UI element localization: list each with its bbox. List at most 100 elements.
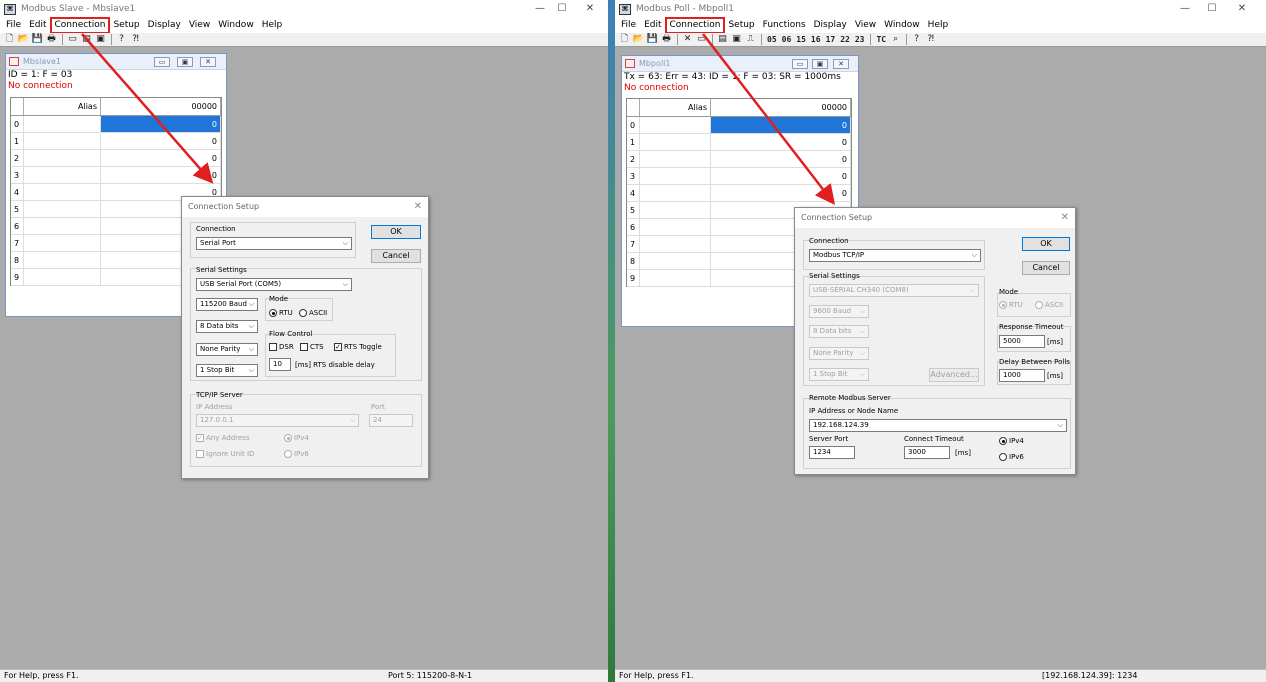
pulse-icon[interactable]: ⎍ xyxy=(744,34,757,45)
alias-cell[interactable] xyxy=(640,202,711,218)
menu-help[interactable]: Help xyxy=(924,18,953,33)
alias-cell[interactable] xyxy=(640,168,711,184)
fc15-button[interactable]: 15 xyxy=(794,34,808,45)
dsr-checkbox[interactable]: DSR xyxy=(269,343,294,351)
stop-bits-select[interactable]: 1 Stop Bit ⌵ xyxy=(809,368,869,381)
value-cell[interactable]: 0 xyxy=(711,117,851,133)
alias-cell[interactable] xyxy=(640,185,711,201)
ascii-radio[interactable]: ASCII xyxy=(1035,301,1063,309)
minimize-icon[interactable]: — xyxy=(1172,0,1198,18)
alias-cell[interactable] xyxy=(24,218,101,234)
menu-window[interactable]: Window xyxy=(880,18,924,33)
fc23-button[interactable]: 23 xyxy=(853,34,867,45)
alias-cell[interactable] xyxy=(640,270,711,286)
mdi-close-icon[interactable]: ✕ xyxy=(200,57,216,67)
alias-cell[interactable] xyxy=(24,150,101,166)
save-icon[interactable]: 💾 xyxy=(31,34,44,45)
value-cell[interactable]: 0 xyxy=(711,185,851,201)
maximize-icon[interactable]: ☐ xyxy=(1199,0,1225,18)
stop-bits-select[interactable]: 1 Stop Bit ⌵ xyxy=(196,364,258,377)
lock-icon[interactable]: ▣ xyxy=(94,34,107,45)
context-help-icon[interactable]: ⁈ xyxy=(924,34,937,45)
connection-type-select[interactable]: Modbus TCP/IP ⌵ xyxy=(809,249,981,262)
delay-polls-input[interactable]: 1000 xyxy=(999,369,1045,382)
connection-type-select[interactable]: Serial Port ⌵ xyxy=(196,237,352,250)
fc17-button[interactable]: 17 xyxy=(824,34,838,45)
baud-select[interactable]: 9600 Baud ⌵ xyxy=(809,305,869,318)
value-cell[interactable]: 0 xyxy=(711,151,851,167)
alias-cell[interactable] xyxy=(24,235,101,251)
response-timeout-input[interactable]: 5000 xyxy=(999,335,1045,348)
serial-port-select[interactable]: USB-SERIAL CH340 (COM8) ⌵ xyxy=(809,284,979,297)
mdi-minimize-icon[interactable]: ▭ xyxy=(154,57,170,67)
fc16-button[interactable]: 16 xyxy=(809,34,823,45)
window-icon[interactable]: ▭ xyxy=(695,34,708,45)
ipv4-radio[interactable]: IPv4 xyxy=(284,434,309,442)
print-icon[interactable]: 🖶 xyxy=(45,34,58,45)
help-icon[interactable]: ? xyxy=(910,34,923,45)
disconnect-icon[interactable]: ✕ xyxy=(681,34,694,45)
alias-cell[interactable] xyxy=(24,184,101,200)
alias-cell[interactable] xyxy=(640,134,711,150)
menu-connection[interactable]: Connection xyxy=(49,17,111,34)
fc05-button[interactable]: 05 xyxy=(765,34,779,45)
mdi-maximize-icon[interactable]: ▣ xyxy=(812,59,828,69)
cancel-button[interactable]: Cancel xyxy=(1022,261,1070,275)
value-cell[interactable]: 0 xyxy=(101,150,221,166)
close-icon[interactable]: ✕ xyxy=(1229,0,1255,18)
menu-connection[interactable]: Connection xyxy=(664,17,726,34)
menu-file[interactable]: File xyxy=(2,18,25,33)
save-icon[interactable]: 💾 xyxy=(646,34,659,45)
alias-cell[interactable] xyxy=(24,252,101,268)
ignore-unit-checkbox[interactable]: Ignore Unit ID xyxy=(196,450,254,458)
menu-help[interactable]: Help xyxy=(258,18,287,33)
rts-delay-input[interactable]: 10 xyxy=(269,358,291,371)
help-icon[interactable]: ? xyxy=(115,34,128,45)
alias-cell[interactable] xyxy=(640,151,711,167)
data-bits-select[interactable]: 8 Data bits ⌵ xyxy=(196,320,258,333)
menu-view[interactable]: View xyxy=(851,18,880,33)
value-cell[interactable]: 0 xyxy=(101,116,221,132)
window-icon[interactable]: ▭ xyxy=(66,34,79,45)
fc06-button[interactable]: 06 xyxy=(780,34,794,45)
print-icon[interactable]: 🖶 xyxy=(660,34,673,45)
mdi-minimize-icon[interactable]: ▭ xyxy=(792,59,808,69)
baud-select[interactable]: 115200 Baud ⌵ xyxy=(196,298,258,311)
ipv4-radio[interactable]: IPv4 xyxy=(999,437,1024,445)
close-icon[interactable]: ✕ xyxy=(577,0,603,18)
alias-cell[interactable] xyxy=(640,253,711,269)
menu-view[interactable]: View xyxy=(185,18,214,33)
menu-edit[interactable]: Edit xyxy=(25,18,50,33)
ascii-radio[interactable]: ASCII xyxy=(299,309,327,317)
alias-cell[interactable] xyxy=(24,167,101,183)
lock-icon[interactable]: ▣ xyxy=(730,34,743,45)
monitor-icon[interactable]: ▤ xyxy=(80,34,93,45)
alias-cell[interactable] xyxy=(640,236,711,252)
alias-cell[interactable] xyxy=(24,116,101,132)
ipv6-radio[interactable]: IPv6 xyxy=(999,453,1024,461)
tc-button[interactable]: TC xyxy=(874,34,888,45)
parity-select[interactable]: None Parity ⌵ xyxy=(196,343,258,356)
zoom-icon[interactable]: ⌕ xyxy=(889,34,902,45)
alias-cell[interactable] xyxy=(24,201,101,217)
port-input[interactable]: 24 xyxy=(369,414,413,427)
maximize-icon[interactable]: ☐ xyxy=(549,0,575,18)
ok-button[interactable]: OK xyxy=(371,225,421,239)
value-cell[interactable]: 0 xyxy=(101,167,221,183)
menu-window[interactable]: Window xyxy=(214,18,258,33)
menu-display[interactable]: Display xyxy=(810,18,851,33)
menu-display[interactable]: Display xyxy=(144,18,185,33)
menu-edit[interactable]: Edit xyxy=(640,18,665,33)
new-icon[interactable]: 🗋 xyxy=(618,34,631,45)
alias-cell[interactable] xyxy=(640,117,711,133)
value-cell[interactable]: 0 xyxy=(101,133,221,149)
serial-port-select[interactable]: USB Serial Port (COM5) ⌵ xyxy=(196,278,352,291)
rtu-radio[interactable]: RTU xyxy=(999,301,1023,309)
cancel-button[interactable]: Cancel xyxy=(371,249,421,263)
mdi-maximize-icon[interactable]: ▣ xyxy=(177,57,193,67)
rtu-radio[interactable]: RTU xyxy=(269,309,293,317)
ip-address-select[interactable]: 127.0.0.1 ⌵ xyxy=(196,414,359,427)
parity-select[interactable]: None Parity ⌵ xyxy=(809,347,869,360)
cts-checkbox[interactable]: CTS xyxy=(300,343,324,351)
advanced-button[interactable]: Advanced... xyxy=(929,368,979,382)
